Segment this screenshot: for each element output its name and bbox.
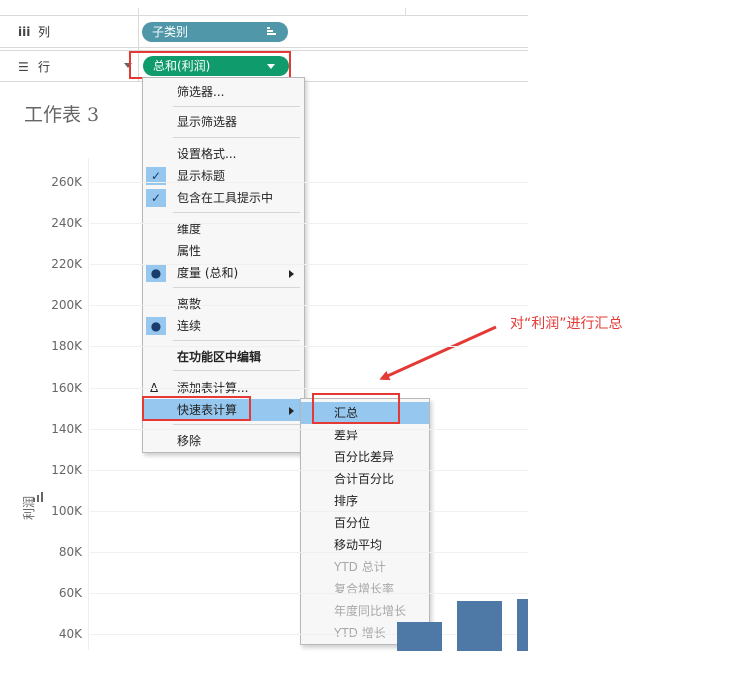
y-tick-label: 260K	[51, 175, 82, 189]
gridline	[90, 346, 528, 348]
gridline	[90, 469, 528, 471]
gridline	[90, 305, 528, 307]
y-tick-label: 60K	[58, 586, 82, 600]
gridline	[90, 593, 528, 594]
gridline	[90, 264, 528, 266]
gridline	[90, 182, 528, 183]
gridline	[90, 223, 528, 225]
y-tick-label: 140K	[51, 421, 82, 436]
gridline	[90, 551, 528, 553]
annotation-arrow	[379, 325, 497, 381]
gridline	[90, 510, 528, 512]
y-tick-label: 220K	[51, 257, 82, 272]
y-tick-label: 80K	[58, 544, 82, 559]
y-tick-label: 160K	[51, 380, 82, 395]
gridline	[90, 428, 528, 430]
bar[interactable]	[517, 599, 528, 651]
gridline	[90, 387, 528, 389]
y-tick-label: 120K	[51, 462, 82, 477]
bar[interactable]	[397, 621, 442, 651]
y-tick-label: 200K	[51, 298, 82, 313]
bar[interactable]	[457, 601, 502, 651]
y-tick-label: 240K	[51, 216, 82, 231]
y-tick-label: 100K	[51, 503, 82, 518]
y-tick-label: 40K	[58, 627, 82, 642]
y-tick-label: 180K	[51, 339, 82, 354]
